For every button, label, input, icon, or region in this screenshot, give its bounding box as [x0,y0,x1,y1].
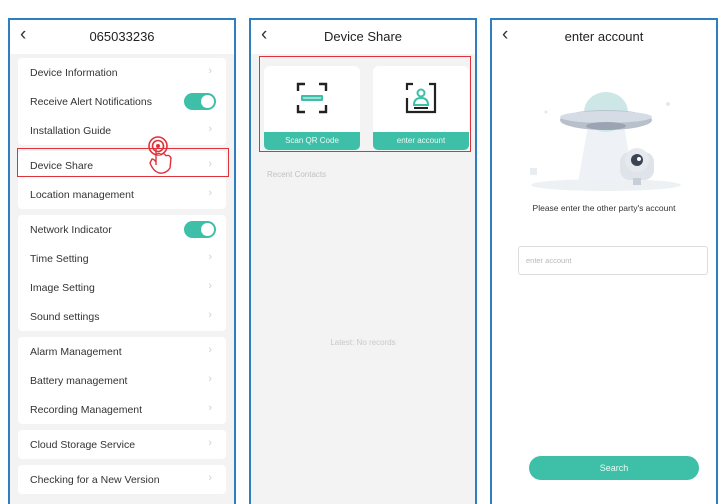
chevron-right-icon: › [208,187,212,199]
settings-header: ‹ 065033236 [10,20,234,54]
time-setting-item[interactable]: Time Setting › [18,244,226,273]
alarm-management-item[interactable]: Alarm Management › [18,337,226,366]
chevron-right-icon: › [208,280,212,292]
no-records-label: Latest: No records [330,338,396,347]
image-setting-item[interactable]: Image Setting › [18,273,226,302]
chevron-right-icon: › [208,123,212,135]
recording-management-item[interactable]: Recording Management › [18,395,226,424]
item-label: Location management [30,189,134,201]
item-label: Alarm Management [30,346,122,358]
item-label: Network Indicator [30,224,112,236]
receive-alert-notifications-item: Receive Alert Notifications [18,87,226,116]
settings-group-device: Network Indicator Time Setting › Image S… [18,215,226,331]
device-share-title: Device Share [323,29,403,44]
chevron-right-icon: › [208,472,212,484]
chevron-right-icon: › [208,251,212,263]
network-indicator-toggle[interactable] [184,221,216,238]
alert-notifications-toggle[interactable] [184,93,216,110]
chevron-right-icon: › [208,309,212,321]
sound-settings-item[interactable]: Sound settings › [18,302,226,331]
item-label: Battery management [30,375,128,387]
battery-management-item[interactable]: Battery management › [18,366,226,395]
chevron-right-icon: › [208,344,212,356]
device-id-title: 065033236 [89,29,155,44]
item-label: Installation Guide [30,125,112,137]
device-information-item[interactable]: Device Information › [18,58,226,87]
enter-account-screen: ‹ enter account Please enter the other p… [490,18,718,504]
item-label: Time Setting [30,253,89,265]
account-input[interactable] [518,246,708,275]
settings-group-cloud: Cloud Storage Service › [18,430,226,459]
chevron-right-icon: › [208,437,212,449]
installation-guide-item[interactable]: Installation Guide › [18,116,226,145]
location-management-item[interactable]: Location management › [18,180,226,209]
device-settings-screen: ‹ 065033236 Device Information › Receive… [8,18,236,504]
item-label: Cloud Storage Service [30,439,136,451]
item-label: Device Information [30,67,118,79]
chevron-right-icon: › [208,373,212,385]
check-new-version-item[interactable]: Checking for a New Version › [18,465,226,494]
settings-group-version: Checking for a New Version › [18,465,226,494]
item-label: Image Setting [30,282,95,294]
chevron-right-icon: › [208,402,212,414]
chevron-right-icon: › [208,65,212,77]
search-button[interactable]: Search [529,456,699,480]
cloud-storage-service-item[interactable]: Cloud Storage Service › [18,430,226,459]
settings-group-management: Alarm Management › Battery management › … [18,337,226,424]
device-share-screen: ‹ Device Share Scan QR Code enter accoun… [249,18,477,504]
item-label: Checking for a New Version [30,474,160,486]
item-label: Sound settings [30,311,100,323]
enter-account-title: enter account [564,29,644,44]
item-label: Recording Management [30,404,143,416]
share-header: ‹ Device Share [251,20,475,54]
recent-contacts-label: Recent Contacts [267,170,327,179]
share-options-highlight-box [259,56,471,152]
account-prompt-text: Please enter the other party's account [532,203,676,213]
tap-hand-icon [148,136,172,174]
ufo-robot-illustration [530,92,681,191]
device-share-highlight-box [17,148,229,177]
settings-group-info: Device Information › Receive Alert Notif… [18,58,226,145]
network-indicator-item: Network Indicator [18,215,226,244]
account-header: ‹ enter account [492,20,716,54]
item-label: Receive Alert Notifications [30,96,152,108]
